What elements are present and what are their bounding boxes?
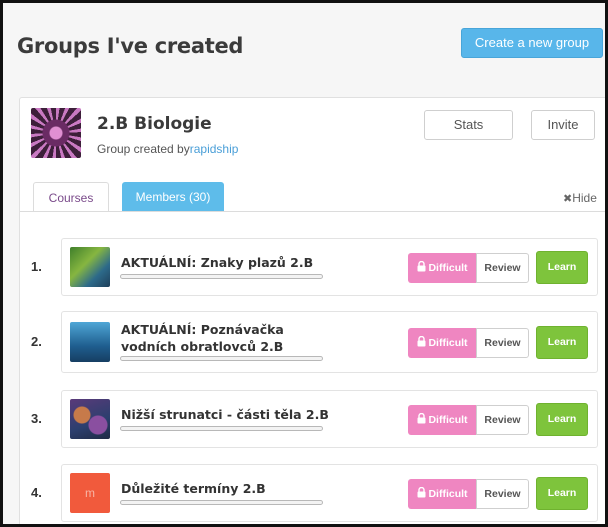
tab-members[interactable]: Members (30)	[122, 182, 224, 212]
course-number: 1.	[31, 259, 42, 274]
invite-button[interactable]: Invite	[531, 110, 595, 140]
difficult-label: Difficult	[428, 262, 468, 274]
lock-icon	[417, 487, 426, 498]
learn-button[interactable]: Learn	[536, 326, 588, 359]
learn-button[interactable]: Learn	[536, 477, 588, 510]
difficult-button[interactable]: Difficult	[408, 405, 477, 435]
group-creator-link[interactable]: rapidship	[190, 142, 239, 156]
difficult-label: Difficult	[428, 337, 468, 349]
group-card: 2.B Biologie Group created byrapidship S…	[19, 97, 605, 524]
stats-button[interactable]: Stats	[424, 110, 513, 140]
review-button[interactable]: Review	[476, 405, 529, 435]
course-number: 2.	[31, 334, 42, 349]
group-name: 2.B Biologie	[97, 114, 212, 134]
difficult-label: Difficult	[428, 488, 468, 500]
course-title[interactable]: Nižší strunatci - části těla 2.B	[121, 406, 341, 423]
course-number: 3.	[31, 411, 42, 426]
course-title[interactable]: AKTUÁLNÍ: Znaky plazů 2.B	[121, 254, 341, 271]
difficult-label: Difficult	[428, 414, 468, 426]
hide-link[interactable]: ✖Hide	[563, 191, 597, 205]
course-progress-bar	[120, 426, 323, 431]
difficult-button[interactable]: Difficult	[408, 479, 477, 509]
page-title: Groups I've created	[17, 34, 244, 58]
lock-icon	[417, 336, 426, 347]
lock-icon	[417, 413, 426, 424]
course-thumbnail	[70, 399, 110, 439]
review-button[interactable]: Review	[476, 253, 529, 283]
course-item: 2. AKTUÁLNÍ: Poznávačka vodních obratlov…	[31, 311, 598, 373]
difficult-button[interactable]: Difficult	[408, 253, 477, 283]
course-progress-bar	[120, 356, 323, 361]
group-avatar	[31, 108, 81, 158]
close-icon: ✖	[563, 193, 573, 205]
course-thumbnail: m	[70, 473, 110, 513]
course-thumbnail	[70, 247, 110, 287]
course-item: 3. Nižší strunatci - části těla 2.B Diff…	[31, 390, 598, 448]
app-frame: Groups I've created Create a new group 2…	[0, 0, 608, 527]
tabs-divider	[20, 211, 605, 212]
hide-label: Hide	[572, 191, 597, 205]
course-item: 1. AKTUÁLNÍ: Znaky plazů 2.B Difficult R…	[31, 238, 598, 296]
difficult-button[interactable]: Difficult	[408, 328, 477, 358]
create-group-button[interactable]: Create a new group	[461, 28, 603, 58]
learn-button[interactable]: Learn	[536, 251, 588, 284]
course-progress-bar	[120, 500, 323, 505]
review-button[interactable]: Review	[476, 328, 529, 358]
tab-courses[interactable]: Courses	[33, 182, 109, 212]
learn-button[interactable]: Learn	[536, 403, 588, 436]
course-number: 4.	[31, 485, 42, 500]
course-title[interactable]: AKTUÁLNÍ: Poznávačka vodních obratlovců …	[121, 321, 341, 355]
course-item: 4. m Důležité termíny 2.B Difficult Revi…	[31, 464, 598, 522]
group-created-by: Group created byrapidship	[97, 142, 238, 156]
course-thumbnail	[70, 322, 110, 362]
review-button[interactable]: Review	[476, 479, 529, 509]
course-title[interactable]: Důležité termíny 2.B	[121, 480, 341, 497]
course-progress-bar	[120, 274, 323, 279]
lock-icon	[417, 261, 426, 272]
group-created-prefix: Group created by	[97, 142, 190, 156]
